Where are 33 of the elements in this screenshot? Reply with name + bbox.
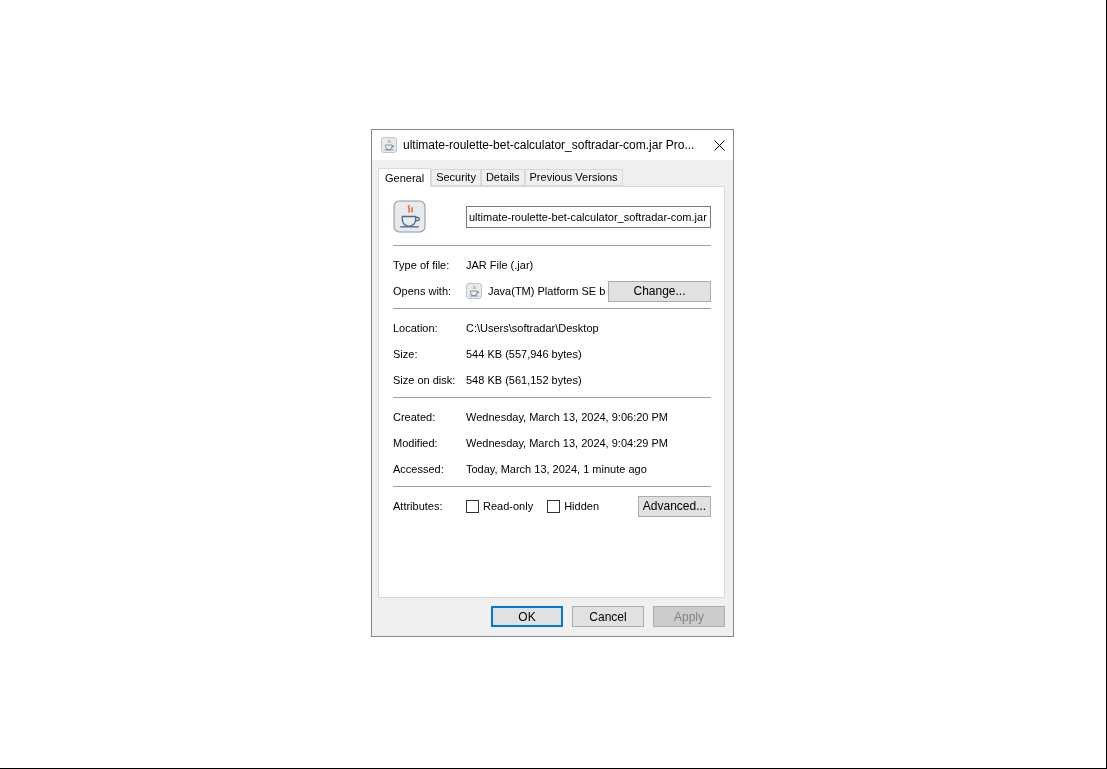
tab[interactable]: General [378,168,432,187]
attribute-checkbox[interactable]: Hidden [547,499,599,513]
property-value: JAR File (.jar) [466,259,534,271]
property-value: 544 KB (557,946 bytes) [466,348,582,360]
tab[interactable]: Previous Versions [524,169,623,186]
advanced-button[interactable]: Advanced... [638,495,711,517]
property-label: Type of file: [393,259,451,271]
java-cup-icon [381,137,397,153]
window-title: ultimate-roulette-bet-calculator_softradar-com.jar Pro... [403,138,696,152]
property-value: 548 KB (561,152 bytes) [466,374,582,386]
property-value: C:\Users\softradar\Desktop [466,322,599,334]
property-label: Accessed: [393,463,445,475]
property-label: Size: [393,348,419,360]
property-value: Today, March 13, 2024, 1 minute ago [466,463,647,475]
property-value: Java(TM) Platform SE b [488,285,606,297]
close-icon[interactable] [714,139,725,151]
property-label: Modified: [393,437,439,449]
dialog-button[interactable]: OK [491,606,563,627]
property-label: Attributes: [393,500,444,512]
property-label: Location: [393,322,439,334]
file-name-field[interactable]: ultimate-roulette-bet-calculator_softradar-com.jar [466,205,711,228]
property-value: Wednesday, March 13, 2024, 9:06:20 PM [466,411,668,423]
property-label: Created: [393,411,437,423]
property-value: Wednesday, March 13, 2024, 9:04:29 PM [466,437,668,449]
property-label: Opens with: [393,285,453,297]
java-cup-icon [393,200,426,233]
tab[interactable]: Security [431,169,481,186]
java-cup-icon [466,283,482,299]
dialog-button[interactable]: Cancel [572,606,644,627]
tab[interactable]: Details [480,169,525,186]
property-label: Size on disk: [393,374,457,386]
attribute-checkbox[interactable]: Read-only [466,499,534,513]
change-button[interactable]: Change... [608,280,711,302]
